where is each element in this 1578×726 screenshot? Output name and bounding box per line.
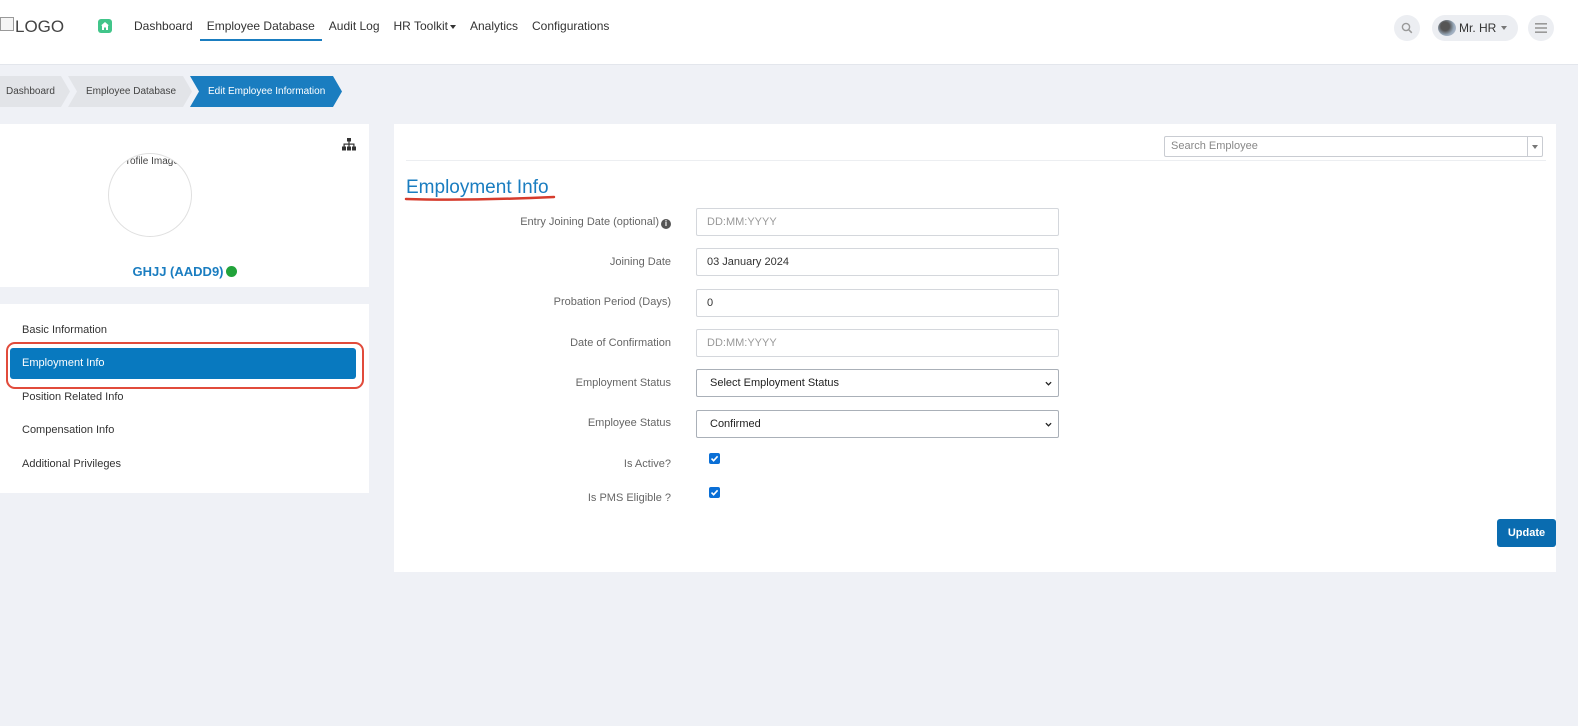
entry-joining-date-label: Entry Joining Date (optional) i — [520, 216, 671, 229]
logo[interactable]: LOGO — [0, 17, 64, 37]
employee-status-label: Employee Status — [587, 417, 671, 429]
nav-audit-log[interactable]: Audit Log — [322, 0, 387, 52]
search-icon — [1401, 22, 1413, 34]
main-nav: Dashboard Employee Database Audit Log HR… — [127, 0, 616, 65]
breadcrumb-employee-database[interactable]: Employee Database — [68, 76, 192, 107]
profile-card: Profile Image GHJJ (AADD9) — [0, 124, 369, 287]
is-active-label: Is Active? — [623, 458, 671, 470]
dropdown-arrow-icon — [1527, 137, 1542, 156]
nav-analytics[interactable]: Analytics — [463, 0, 525, 52]
broken-image-icon — [0, 17, 14, 31]
hamburger-button[interactable] — [1528, 15, 1554, 41]
is-pms-eligible-checkbox[interactable] — [709, 487, 720, 498]
breadcrumb-edit-employee-information: Edit Employee Information — [190, 76, 342, 107]
employment-status-select[interactable]: Select Employment Status — [696, 369, 1059, 397]
breadcrumb: Dashboard Employee Database Edit Employe… — [0, 76, 344, 107]
avatar — [1438, 20, 1456, 36]
checkmark-icon — [710, 455, 719, 462]
caret-down-icon — [449, 24, 456, 29]
profile-image-alt: Profile Image — [120, 156, 179, 167]
chevron-down-icon — [1045, 381, 1052, 386]
info-icon[interactable]: i — [661, 219, 671, 229]
entry-joining-date-input[interactable]: DD:MM:YYYY — [696, 208, 1059, 236]
nav-dashboard[interactable]: Dashboard — [127, 0, 200, 52]
menu-basic-information[interactable]: Basic Information — [22, 324, 107, 336]
employment-status-label: Employment Status — [575, 377, 671, 389]
is-active-checkbox[interactable] — [709, 453, 720, 464]
breadcrumb-dashboard[interactable]: Dashboard — [0, 76, 70, 107]
employee-name: GHJJ (AADD9) — [0, 264, 369, 279]
nav-employee-database[interactable]: Employee Database — [199, 0, 322, 52]
probation-period-input[interactable]: 0 — [696, 289, 1059, 317]
joining-date-label: Joining Date — [609, 256, 671, 268]
nav-configurations[interactable]: Configurations — [525, 0, 616, 52]
user-name: Mr. HR — [1459, 21, 1497, 35]
menu-position-related-info[interactable]: Position Related Info — [22, 391, 124, 403]
employee-status-select[interactable]: Confirmed — [696, 410, 1059, 438]
menu-compensation-info[interactable]: Compensation Info — [22, 424, 114, 436]
chevron-down-icon — [1045, 422, 1052, 427]
joining-date-input[interactable]: 03 January 2024 — [696, 248, 1059, 276]
divider — [406, 160, 1546, 161]
search-button[interactable] — [1394, 15, 1420, 41]
title-underline-annotation — [404, 195, 556, 201]
org-chart-icon[interactable] — [342, 138, 356, 151]
search-employee-select[interactable]: Search Employee — [1164, 136, 1543, 157]
user-menu[interactable]: Mr. HR — [1432, 15, 1518, 41]
highlight-annotation — [6, 342, 364, 389]
profile-image[interactable]: Profile Image — [108, 153, 192, 237]
date-of-confirmation-label: Date of Confirmation — [570, 337, 671, 349]
date-of-confirmation-input[interactable]: DD:MM:YYYY — [696, 329, 1059, 357]
status-dot — [225, 266, 237, 277]
probation-period-label: Probation Period (Days) — [553, 296, 671, 308]
employee-section-menu: Basic Information Employment Info Positi… — [0, 304, 369, 493]
home-icon[interactable] — [98, 19, 112, 33]
employment-info-panel: Search Employee Employment Info Entry Jo… — [394, 124, 1556, 572]
nav-hr-toolkit[interactable]: HR Toolkit — [387, 0, 463, 52]
menu-additional-privileges[interactable]: Additional Privileges — [22, 458, 121, 470]
update-button[interactable]: Update — [1497, 519, 1556, 547]
top-navbar: LOGO Dashboard Employee Database Audit L… — [0, 0, 1578, 65]
is-pms-eligible-label: Is PMS Eligible ? — [587, 492, 671, 504]
hamburger-icon — [1535, 23, 1547, 33]
caret-down-icon — [1501, 26, 1508, 30]
logo-text: LOGO — [15, 17, 65, 36]
checkmark-icon — [710, 489, 719, 496]
